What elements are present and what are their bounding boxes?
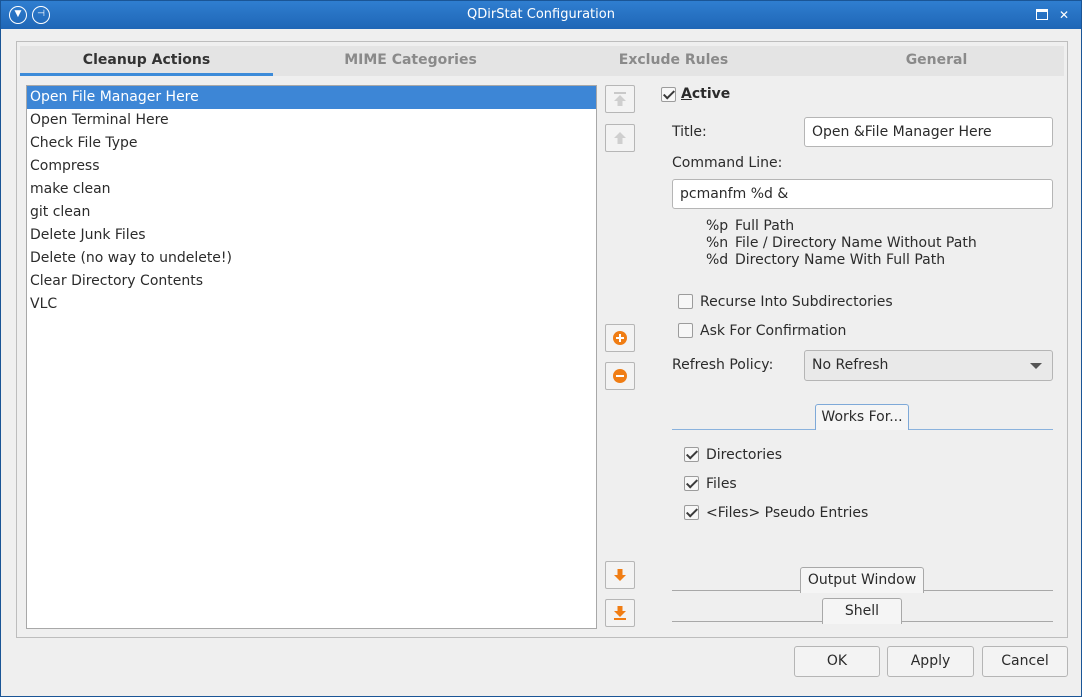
cancel-button[interactable]: Cancel — [982, 646, 1068, 677]
config-window: ▼ ⊣ QDirStat Configuration ✕ Cleanup Act… — [0, 0, 1082, 697]
help-row: %n File / Directory Name Without Path — [706, 235, 977, 251]
confirm-checkbox[interactable] — [678, 323, 693, 338]
works-for-group-title: Works For... — [815, 404, 909, 430]
window-title: QDirStat Configuration — [467, 7, 615, 22]
minus-circle-icon — [613, 369, 627, 383]
arrow-to-top-icon — [614, 92, 626, 106]
list-item[interactable]: Check File Type — [27, 132, 596, 155]
remove-cleanup-button[interactable] — [605, 362, 635, 390]
plus-circle-icon — [613, 331, 627, 345]
shell-group-title: Shell — [822, 598, 902, 624]
list-item[interactable]: VLC — [27, 293, 596, 316]
chevron-down-icon — [1030, 363, 1042, 369]
ok-button[interactable]: OK — [794, 646, 880, 677]
command-line-input[interactable]: pcmanfm %d & — [672, 179, 1053, 209]
apply-button[interactable]: Apply — [887, 646, 974, 677]
tab-widget: Cleanup Actions MIME Categories Exclude … — [16, 41, 1068, 638]
list-item[interactable]: git clean — [27, 201, 596, 224]
arrow-to-bottom-icon — [614, 606, 626, 620]
list-item[interactable]: Open Terminal Here — [27, 109, 596, 132]
tab-general[interactable]: General — [810, 46, 1063, 76]
directories-label: Directories — [706, 447, 783, 463]
move-up-button[interactable] — [605, 124, 635, 152]
arrow-down-icon — [614, 569, 626, 581]
recurse-checkbox[interactable] — [678, 294, 693, 309]
maximize-icon[interactable] — [1033, 6, 1051, 24]
arrow-up-icon — [614, 132, 626, 144]
refresh-policy-label: Refresh Policy: — [672, 357, 774, 373]
directories-checkbox[interactable] — [684, 447, 699, 462]
tab-bar: Cleanup Actions MIME Categories Exclude … — [20, 46, 1064, 76]
move-down-button[interactable] — [605, 561, 635, 589]
list-item[interactable]: Clear Directory Contents — [27, 270, 596, 293]
list-item[interactable]: Delete (no way to undelete!) — [27, 247, 596, 270]
move-to-top-button[interactable] — [605, 85, 635, 113]
output-window-group-title: Output Window — [800, 567, 924, 593]
list-item[interactable]: Compress — [27, 155, 596, 178]
refresh-policy-value: No Refresh — [812, 357, 889, 373]
help-row: %p Full Path — [706, 218, 795, 234]
move-to-bottom-button[interactable] — [605, 599, 635, 627]
active-checkbox[interactable] — [661, 87, 676, 102]
tab-cleanup-actions[interactable]: Cleanup Actions — [20, 46, 273, 76]
help-row: %d Directory Name With Full Path — [706, 252, 946, 268]
title-label: Title: — [672, 124, 707, 140]
pseudo-entries-checkbox[interactable] — [684, 505, 699, 520]
placeholder-help: %p Full Path %n File / Directory Name With… — [706, 218, 977, 269]
command-line-label: Command Line: — [672, 155, 783, 171]
list-item[interactable]: Delete Junk Files — [27, 224, 596, 247]
title-bar: ▼ ⊣ QDirStat Configuration ✕ — [1, 1, 1081, 29]
add-cleanup-button[interactable] — [605, 324, 635, 352]
files-checkbox[interactable] — [684, 476, 699, 491]
pseudo-entries-label: <Files> Pseudo Entries — [706, 505, 869, 521]
tab-exclude-rules[interactable]: Exclude Rules — [547, 46, 800, 76]
refresh-policy-select[interactable]: No Refresh — [804, 350, 1053, 381]
tab-mime-categories[interactable]: MIME Categories — [284, 46, 537, 76]
confirm-label: Ask For Confirmation — [700, 323, 847, 339]
recurse-label: Recurse Into Subdirectories — [700, 294, 893, 310]
title-input[interactable]: Open &File Manager Here — [804, 117, 1053, 147]
close-icon[interactable]: ✕ — [1055, 6, 1073, 24]
cleanup-list[interactable]: Open File Manager Here Open Terminal Here… — [26, 85, 597, 629]
files-label: Files — [706, 476, 737, 492]
list-item[interactable]: Open File Manager Here — [27, 86, 596, 109]
list-item[interactable]: make clean — [27, 178, 596, 201]
active-label: Active — [681, 86, 731, 102]
